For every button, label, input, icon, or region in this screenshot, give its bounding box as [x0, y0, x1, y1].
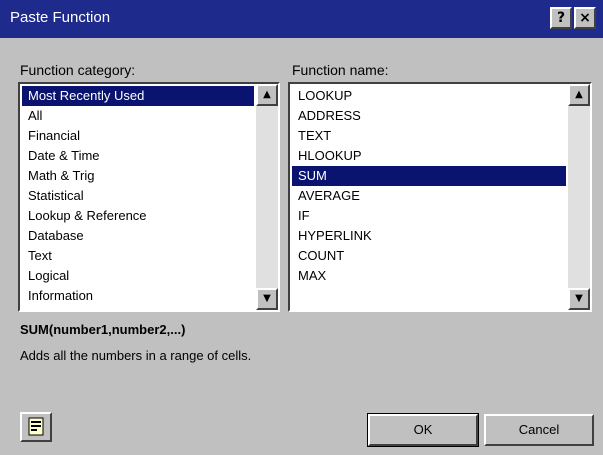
function-list-item[interactable]: MAX: [292, 266, 566, 286]
function-list-item[interactable]: ADDRESS: [292, 106, 566, 126]
function-list-item[interactable]: COUNT: [292, 246, 566, 266]
scroll-up-icon[interactable]: ▲: [256, 84, 278, 106]
function-list-item[interactable]: TEXT: [292, 126, 566, 146]
title-bar[interactable]: Paste Function ? ×: [0, 0, 603, 38]
function-list-item[interactable]: AVERAGE: [292, 186, 566, 206]
close-button[interactable]: ×: [574, 7, 596, 29]
category-list-item[interactable]: Text: [22, 246, 254, 266]
cancel-button[interactable]: Cancel: [484, 414, 594, 446]
category-list-item[interactable]: Date & Time: [22, 146, 254, 166]
category-list-item[interactable]: Database: [22, 226, 254, 246]
function-items: LOOKUP ADDRESS TEXT HLOOKUP SUM AVERAGE IF HYPE…: [292, 86, 566, 286]
dialog-title: Paste Function: [10, 9, 111, 26]
function-category-list[interactable]: Most Recently Used All Financial Date & Tim…: [18, 82, 280, 312]
ok-button[interactable]: OK: [367, 413, 479, 447]
function-list-item[interactable]: HYPERLINK: [292, 226, 566, 246]
scroll-down-icon[interactable]: ▼: [568, 288, 590, 310]
category-scrollbar[interactable]: ▲ ▼: [256, 84, 278, 310]
category-list-item[interactable]: Math & Trig: [22, 166, 254, 186]
function-scrollbar[interactable]: ▲ ▼: [568, 84, 590, 310]
paste-function-dialog: Paste Function ? × Function category: Fu…: [0, 0, 603, 455]
scroll-down-icon[interactable]: ▼: [256, 288, 278, 310]
function-list-item[interactable]: IF: [292, 206, 566, 226]
function-list-item[interactable]: HLOOKUP: [292, 146, 566, 166]
category-list-item[interactable]: Information: [22, 286, 254, 306]
function-list-item[interactable]: LOOKUP: [292, 86, 566, 106]
function-name-label: Function name:: [292, 62, 389, 78]
category-list-item[interactable]: Most Recently Used: [22, 86, 254, 106]
category-list-item[interactable]: Logical: [22, 266, 254, 286]
category-list-item[interactable]: Statistical: [22, 186, 254, 206]
category-list-item[interactable]: All: [22, 106, 254, 126]
function-list-item[interactable]: SUM: [292, 166, 566, 186]
office-assistant-button[interactable]: [20, 412, 52, 442]
category-list-item[interactable]: Financial: [22, 126, 254, 146]
office-assistant-icon: [28, 417, 44, 436]
function-name-list[interactable]: LOOKUP ADDRESS TEXT HLOOKUP SUM AVERAGE IF HYPE…: [288, 82, 592, 312]
help-button[interactable]: ?: [550, 7, 572, 29]
function-syntax: SUM(number1,number2,...): [20, 322, 186, 337]
category-list-item[interactable]: Lookup & Reference: [22, 206, 254, 226]
category-items: Most Recently Used All Financial Date & Tim…: [22, 86, 254, 306]
scroll-up-icon[interactable]: ▲: [568, 84, 590, 106]
function-category-label: Function category:: [20, 62, 136, 78]
function-description: Adds all the numbers in a range of cells…: [20, 348, 252, 363]
